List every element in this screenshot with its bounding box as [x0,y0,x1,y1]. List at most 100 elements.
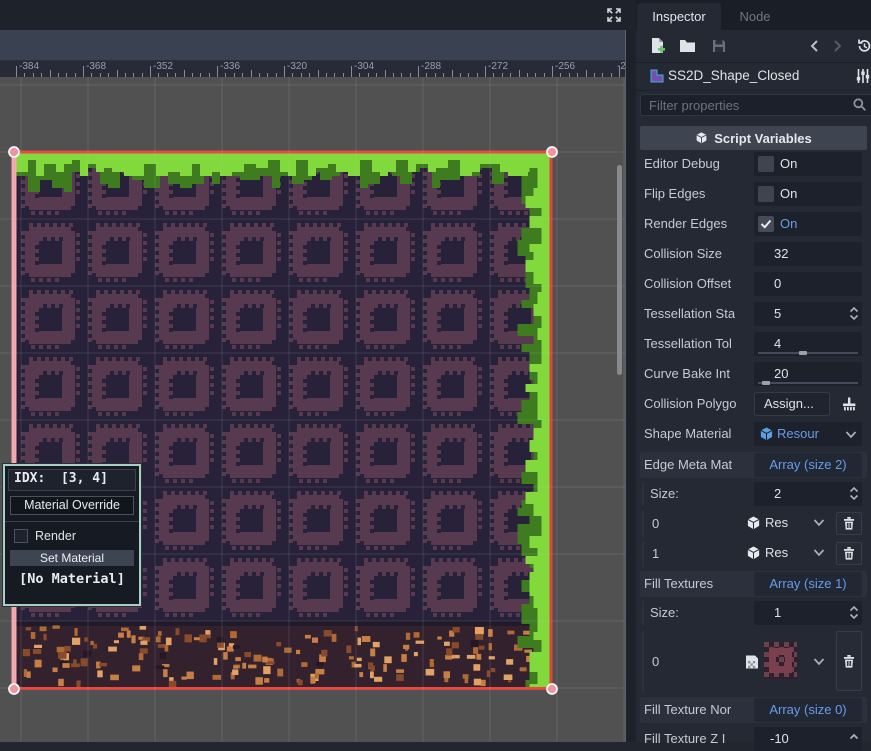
texture-item-row-0: 0 [640,631,867,693]
material-override-button[interactable]: Material Override [10,496,134,515]
checkmark-icon [758,216,774,232]
panel-splitter[interactable] [625,30,636,742]
point-handle-bottom-right[interactable] [547,684,557,694]
array-item-row-1: 1 Res [640,541,867,567]
property-label: Curve Bake Int [644,366,730,381]
property-row-editor-debug: Editor Debug On [640,152,867,176]
render-edges-checkbox[interactable] [758,216,774,232]
save-icon[interactable] [711,38,727,54]
spinner-icon[interactable] [848,485,860,502]
tab-inspector[interactable]: Inspector [637,3,721,30]
ruler-label: -320 [287,61,307,72]
viewport-scrollbar[interactable] [617,165,622,375]
property-row-collision-size: Collision Size 32 [640,242,867,266]
property-value-box: On [754,212,862,236]
slider-track[interactable] [758,382,858,384]
property-row-fill-texture-z-index: Fill Texture Z I -10 [640,727,867,751]
size-value-box[interactable]: 2 [754,482,862,506]
expand-icon[interactable] [606,7,622,23]
flip-edges-checkbox[interactable] [758,186,774,202]
array-size-link[interactable]: Array (size 1) [754,572,862,596]
property-label: Render Edges [644,216,727,231]
checkbox-text: On [780,216,797,231]
value-text: 5 [774,306,781,321]
property-row-flip-edges: Flip Edges On [640,182,867,206]
assign-button[interactable]: Assign... [754,392,830,416]
set-material-button[interactable]: Set Material [10,550,134,566]
search-icon [852,97,867,112]
category-label: Script Variables [714,131,812,146]
history-back-icon[interactable] [808,38,821,54]
chevron-down-icon[interactable] [812,657,826,667]
point-handle-bottom-left[interactable] [9,684,19,694]
editor-debug-checkbox[interactable] [758,156,774,172]
open-folder-icon[interactable] [679,39,696,53]
resource-name[interactable]: Res [765,515,788,530]
property-value-box[interactable]: 0 [754,272,862,296]
property-row-tessellation-stages: Tessellation Sta 5 [640,302,867,326]
property-row-render-edges: Render Edges On [640,212,867,236]
cube-icon [695,131,708,145]
resource-name[interactable]: Res [765,545,788,560]
chevron-down-icon[interactable] [812,518,826,528]
cube-icon [759,426,774,442]
history-forward-icon[interactable] [831,38,844,54]
spinner-icon[interactable] [848,305,860,322]
cube-icon [746,515,761,531]
edit-texture-icon[interactable] [744,654,760,670]
category-script-variables[interactable]: Script Variables [640,126,867,150]
viewport-canvas[interactable]: IDX: [3, 4] Material Override Render Set… [0,77,625,742]
property-label: Collision Size [644,246,722,261]
property-label: Flip Edges [644,186,705,201]
array-size-link[interactable]: Array (size 2) [754,453,862,477]
property-label: Collision Offset [644,276,731,291]
property-label: Edge Meta Mat [644,457,732,472]
point-handle-top-left[interactable] [9,147,19,157]
slider-track[interactable] [758,352,858,354]
chevron-down-icon[interactable] [812,548,826,558]
history-icon[interactable] [856,37,871,54]
array-size-link[interactable]: Array (size 0) [754,698,862,722]
render-checkbox[interactable] [14,529,28,543]
delete-item-button[interactable] [836,542,862,565]
filter-properties-input[interactable] [640,94,871,116]
resource-dropdown[interactable]: Resour [754,422,862,446]
ruler-label: -384 [19,61,39,72]
property-row-fill-texture-normals: Fill Texture Nor Array (size 0) [640,697,867,723]
size-value-box[interactable]: 1 [754,601,862,625]
extra-tools-icon[interactable] [855,68,870,84]
property-value-box[interactable]: 5 [754,302,862,326]
texture-thumbnail[interactable] [764,642,797,684]
spinner-icon[interactable] [848,730,860,747]
property-value-box[interactable]: 20 [754,362,862,386]
item-index: 0 [652,654,659,669]
assign-brush-icon[interactable] [841,396,857,412]
fill-texture-bricks [16,153,550,689]
spinner-icon[interactable] [848,604,860,621]
slider-grabber[interactable] [762,381,770,385]
ruler-label: -288 [421,61,441,72]
property-row-edge-meta-materials: Edge Meta Mat Array (size 2) [640,452,867,478]
property-label: Fill Textures [644,576,713,591]
dirt-band [16,621,550,689]
slider-grabber[interactable] [799,351,807,355]
property-row-tessellation-tolerance: Tessellation Tol 4 [640,332,867,356]
trash-icon [842,654,856,669]
viewport-toolbar [0,30,625,61]
inspector-panel: Inspector Node SS [636,0,871,742]
inspector-toolbar [636,30,871,63]
new-resource-icon[interactable] [649,37,666,55]
point-handle-top-right[interactable] [547,147,557,157]
tab-node[interactable]: Node [728,3,782,30]
property-value-box[interactable]: -10 [754,727,862,751]
popup-divider [5,521,139,522]
array-size-row: Size: 1 [640,601,867,625]
trash-icon [842,546,856,561]
property-value-box[interactable]: 32 [754,242,862,266]
value-text: 4 [774,336,781,351]
ruler-label: -304 [354,61,374,72]
delete-item-button[interactable] [836,512,862,535]
ruler-label: -256 [555,61,575,72]
delete-item-button[interactable] [836,631,862,691]
property-value-box[interactable]: 4 [754,332,862,356]
